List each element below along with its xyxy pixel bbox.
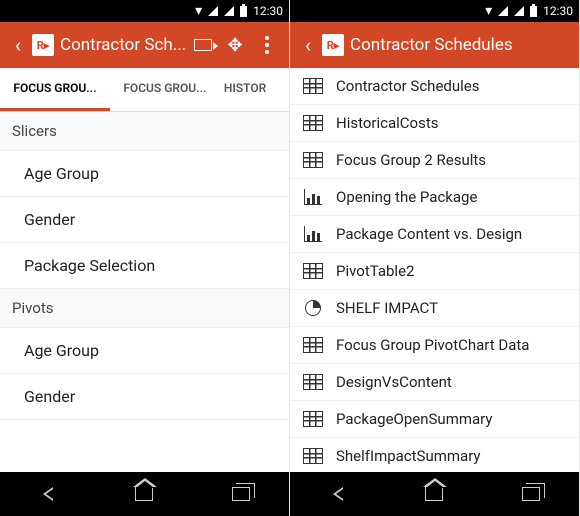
nav-recent-icon [522,487,540,501]
back-icon[interactable]: ‹ [6,33,30,57]
table-icon [302,410,324,428]
table-icon [302,373,324,391]
object-item-label: Focus Group 2 Results [336,151,486,169]
nav-home-button[interactable] [416,482,452,506]
cast-icon [194,39,212,51]
object-item[interactable]: HistoricalCosts [290,105,579,142]
move-button[interactable]: ✥ [219,35,251,56]
table-icon [302,447,324,465]
battery-icon [240,6,247,17]
object-item-label: PackageOpenSummary [336,410,492,428]
tab-focus-group-2[interactable]: FOCUS GROU... [110,68,220,111]
content-pane: Slicers Age Group Gender Package Selecti… [0,112,289,472]
bar-icon [302,188,324,206]
slicer-item[interactable]: Gender [0,197,289,243]
nav-recent-button[interactable] [513,482,549,506]
object-list: Contractor Schedules HistoricalCosts Focus… [290,68,579,472]
app-title: Contractor Sch... [60,35,187,55]
signal-icon [224,6,234,16]
object-item[interactable]: ShelfImpactSummary [290,438,579,472]
signal-icon [498,6,508,16]
nav-home-button[interactable] [126,482,162,506]
object-item-label: SHELF IMPACT [336,299,438,317]
object-item[interactable]: Opening the Package [290,179,579,216]
table-icon [302,336,324,354]
object-item[interactable]: Package Content vs. Design [290,216,579,253]
status-bar: ▾ 12:30 [0,0,289,22]
nav-home-icon [425,487,443,501]
phone-right: ▾ 12:30 ‹ R▸ Contractor Schedules Contra… [290,0,580,516]
pivot-item[interactable]: Gender [0,374,289,420]
android-nav-bar [0,472,289,516]
section-header-slicers: Slicers [0,112,289,151]
object-item-label: ShelfImpactSummary [336,447,481,465]
object-item[interactable]: SHELF IMPACT [290,290,579,327]
object-item[interactable]: Focus Group PivotChart Data [290,327,579,364]
object-item-label: Opening the Package [336,188,477,206]
back-icon[interactable]: ‹ [296,33,320,57]
app-logo-icon: R▸ [32,34,54,56]
object-item-label: Focus Group PivotChart Data [336,336,529,354]
app-bar: ‹ R▸ Contractor Sch... ✥ [0,22,289,68]
nav-back-button[interactable] [320,482,356,506]
object-item[interactable]: DesignVsContent [290,364,579,401]
object-item-label: Contractor Schedules [336,77,479,95]
object-item[interactable]: PackageOpenSummary [290,401,579,438]
object-item[interactable]: Contractor Schedules [290,68,579,105]
phone-left: ▾ 12:30 ‹ R▸ Contractor Sch... ✥ FOCUS G… [0,0,290,516]
nav-recent-button[interactable] [223,482,259,506]
app-bar: ‹ R▸ Contractor Schedules [290,22,579,68]
nav-back-icon [43,487,53,501]
wifi-icon: ▾ [195,3,202,19]
tab-historical[interactable]: HISTOR [220,68,289,111]
object-item-label: Package Content vs. Design [336,225,522,243]
table-icon [302,77,324,95]
overflow-button[interactable] [251,36,283,54]
table-icon [302,151,324,169]
clock: 12:30 [543,4,573,18]
app-logo-icon: R▸ [322,34,344,56]
object-item-label: PivotTable2 [336,262,414,280]
wifi-icon: ▾ [485,3,492,19]
overflow-icon [265,36,269,54]
nav-recent-icon [232,487,250,501]
android-nav-bar [290,472,579,516]
app-title: Contractor Schedules [350,35,573,55]
tab-focus-group-1[interactable]: FOCUS GROU... [0,68,110,111]
tab-bar: FOCUS GROU... FOCUS GROU... HISTOR [0,68,289,112]
signal-icon [514,6,524,16]
nav-home-icon [135,487,153,501]
bar-icon [302,225,324,243]
object-item-label: HistoricalCosts [336,114,439,132]
battery-icon [530,6,537,17]
slicer-item[interactable]: Package Selection [0,243,289,289]
nav-back-button[interactable] [30,482,66,506]
table-icon [302,262,324,280]
object-item[interactable]: PivotTable2 [290,253,579,290]
cast-button[interactable] [187,39,219,51]
clock: 12:30 [253,4,283,18]
nav-back-icon [333,487,343,501]
section-header-pivots: Pivots [0,289,289,328]
status-bar: ▾ 12:30 [290,0,579,22]
signal-icon [208,6,218,16]
table-icon [302,114,324,132]
object-item-label: DesignVsContent [336,373,452,391]
slicer-item[interactable]: Age Group [0,151,289,197]
pivot-item[interactable]: Age Group [0,328,289,374]
pie-icon [302,299,324,317]
object-item[interactable]: Focus Group 2 Results [290,142,579,179]
